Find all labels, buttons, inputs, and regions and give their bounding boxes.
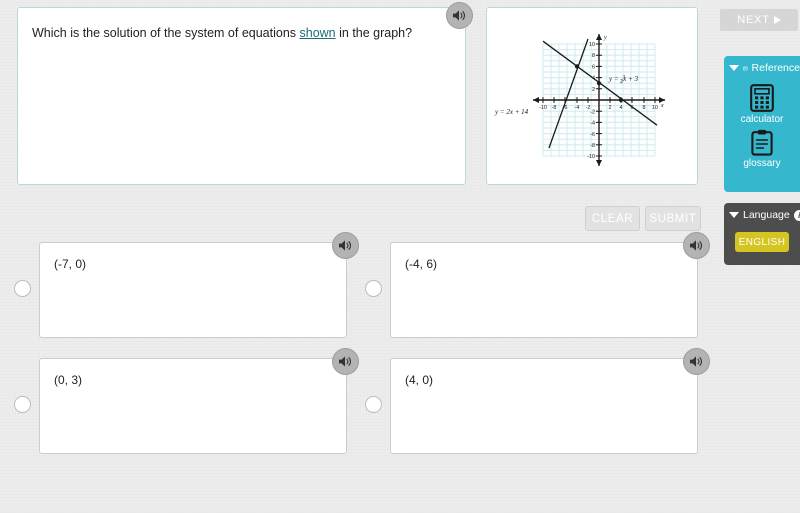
question-text-before: Which is the solution of the system of e… bbox=[32, 26, 300, 40]
reference-tool-glossary-label: glossary bbox=[743, 158, 781, 169]
svg-text:-8: -8 bbox=[552, 105, 557, 111]
svg-text:-2: -2 bbox=[590, 109, 595, 115]
question-text-after: in the graph? bbox=[335, 26, 413, 40]
radio-option-1[interactable] bbox=[14, 280, 31, 297]
question-text: Which is the solution of the system of e… bbox=[32, 24, 425, 42]
next-button-label: NEXT bbox=[737, 14, 770, 26]
graph-point-intersection bbox=[574, 64, 580, 69]
option-label-2: (-4, 6) bbox=[405, 257, 438, 271]
reference-panel-header[interactable]: Reference bbox=[724, 56, 800, 80]
right-sidebar: NEXT Reference calculator glossary Langu… bbox=[712, 0, 800, 513]
svg-text:-6: -6 bbox=[590, 132, 595, 138]
option-label-4: (4, 0) bbox=[405, 373, 434, 387]
speaker-icon-option-2[interactable] bbox=[683, 232, 710, 259]
svg-text:-10: -10 bbox=[539, 105, 547, 111]
speaker-icon-option-3[interactable] bbox=[332, 348, 359, 375]
svg-text:8: 8 bbox=[592, 53, 595, 59]
language-panel-header[interactable]: Language i bbox=[724, 203, 800, 227]
graph-point-x-intercept bbox=[618, 97, 624, 103]
question-link-shown[interactable]: shown bbox=[300, 26, 336, 40]
submit-button[interactable]: SUBMIT bbox=[645, 206, 701, 231]
speaker-icon-question[interactable] bbox=[446, 2, 473, 29]
language-panel: Language i ENGLISH bbox=[724, 203, 800, 265]
speaker-icon-option-4[interactable] bbox=[683, 348, 710, 375]
option-box-1[interactable]: (-7, 0) bbox=[39, 242, 347, 338]
radio-option-3[interactable] bbox=[14, 396, 31, 413]
svg-text:-4: -4 bbox=[590, 121, 595, 127]
reference-tool-calculator-label: calculator bbox=[740, 114, 784, 125]
answer-option-3: (0, 3) bbox=[14, 348, 359, 454]
svg-text:-8: -8 bbox=[590, 143, 595, 149]
svg-text:6: 6 bbox=[592, 64, 595, 70]
graph-line2-equation: y = 2x + 14 bbox=[494, 108, 529, 116]
next-button[interactable]: NEXT bbox=[720, 9, 798, 31]
stimulus-row: Which is the solution of the system of e… bbox=[0, 0, 712, 190]
calculator-icon bbox=[750, 84, 774, 112]
caret-down-icon-reference bbox=[729, 65, 739, 71]
radio-option-2[interactable] bbox=[365, 280, 382, 297]
reference-panel: Reference calculator glossary bbox=[724, 56, 800, 192]
coordinate-graph: -10 -8 -6 -4 -2 2 4 6 8 10 10 8 6 4 2 -2… bbox=[494, 34, 665, 166]
answer-option-1: (-7, 0) bbox=[14, 232, 359, 338]
language-english-button[interactable]: ENGLISH bbox=[735, 232, 789, 252]
clipboard-icon bbox=[751, 129, 773, 156]
action-row: CLEAR SUBMIT bbox=[0, 203, 712, 233]
language-panel-title: Language bbox=[743, 209, 790, 221]
book-icon bbox=[743, 66, 748, 70]
svg-text:10: 10 bbox=[589, 42, 595, 48]
svg-text:4: 4 bbox=[620, 105, 623, 111]
svg-text:2: 2 bbox=[592, 87, 595, 93]
svg-text:-10: -10 bbox=[587, 154, 595, 160]
answer-options: (-7, 0) (-4, 6) (0, 3) (4, 0) bbox=[0, 232, 712, 466]
graph-y-axis-label: y bbox=[603, 35, 607, 41]
option-box-2[interactable]: (-4, 6) bbox=[390, 242, 698, 338]
graph-panel: -10 -8 -6 -4 -2 2 4 6 8 10 10 8 6 4 2 -2… bbox=[486, 7, 698, 185]
reference-tool-glossary[interactable]: glossary bbox=[724, 129, 800, 169]
info-icon[interactable]: i bbox=[793, 209, 800, 221]
option-label-1: (-7, 0) bbox=[54, 257, 87, 271]
answer-option-2: (-4, 6) bbox=[365, 232, 710, 338]
caret-down-icon-language bbox=[729, 212, 739, 218]
clear-button[interactable]: CLEAR bbox=[585, 206, 640, 231]
option-box-3[interactable]: (0, 3) bbox=[39, 358, 347, 454]
graph-x-axis-label: x bbox=[660, 103, 664, 109]
answer-option-4: (4, 0) bbox=[365, 348, 710, 454]
svg-text:-4: -4 bbox=[575, 105, 580, 111]
graph-point-y-intercept bbox=[596, 81, 602, 86]
svg-text:10: 10 bbox=[652, 105, 658, 111]
reference-panel-title: Reference bbox=[751, 62, 800, 74]
radio-option-4[interactable] bbox=[365, 396, 382, 413]
svg-text:2: 2 bbox=[609, 105, 612, 111]
reference-tool-calculator[interactable]: calculator bbox=[724, 84, 800, 125]
option-label-3: (0, 3) bbox=[54, 373, 83, 387]
svg-text:8: 8 bbox=[643, 105, 646, 111]
play-triangle-icon bbox=[773, 16, 781, 24]
question-panel: Which is the solution of the system of e… bbox=[17, 7, 466, 185]
option-box-4[interactable]: (4, 0) bbox=[390, 358, 698, 454]
speaker-icon-option-1[interactable] bbox=[332, 232, 359, 259]
